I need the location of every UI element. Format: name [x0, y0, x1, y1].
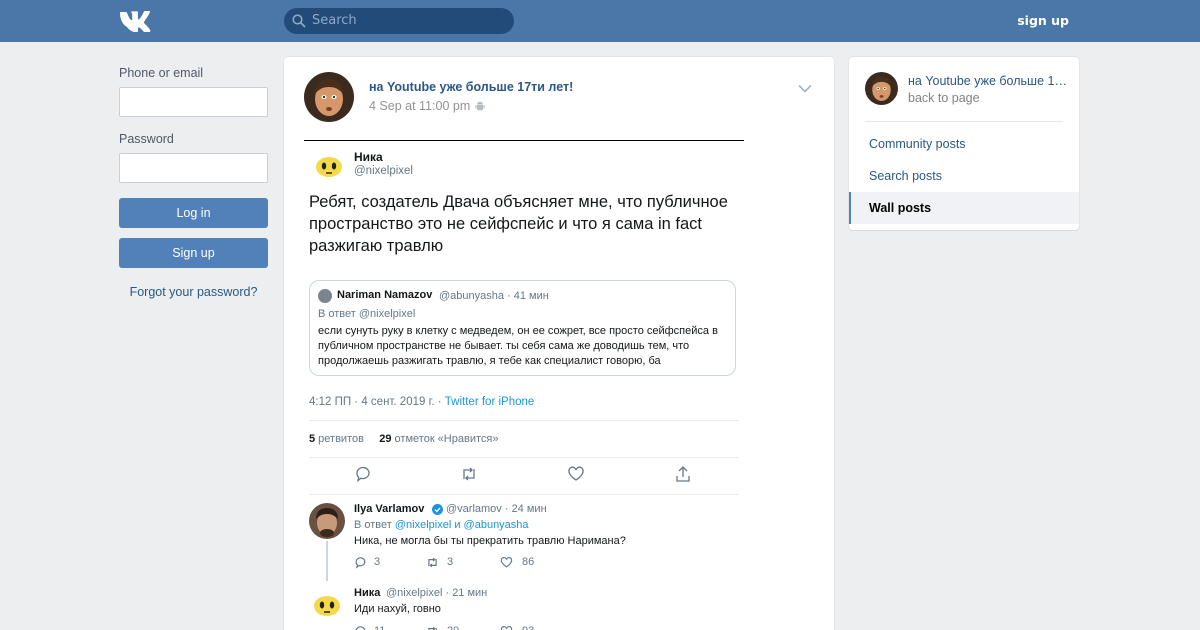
nika-avatar [314, 150, 344, 180]
post-date[interactable]: 4 Sep at 11:00 pm [369, 99, 470, 113]
signup-link[interactable]: sign up [1017, 13, 1069, 28]
tweet-text: Ребят, создатель Двача объясняет мне, чт… [309, 193, 728, 255]
sidebar-avatar[interactable] [865, 72, 898, 105]
author-avatar[interactable] [304, 72, 354, 122]
sidebar-title[interactable]: на Youtube уже больше 17ти лет! [908, 74, 1068, 88]
divider [309, 420, 739, 421]
reply-text-nika: Иди нахуй, говно [354, 603, 441, 615]
reply-actions-nika: 11 20 93 [354, 625, 554, 630]
chevron-down-icon[interactable] [798, 84, 812, 93]
forgot-password-link[interactable]: Forgot your password? [119, 285, 268, 299]
sidebar-item-wall-posts[interactable]: Wall posts [849, 192, 1079, 224]
quote-reply-to: В ответ @nixelpixel [318, 308, 416, 320]
login-button[interactable]: Log in [119, 198, 268, 228]
tweet-stats: 5 ретвитов 29 отметок «Нравится» [309, 433, 499, 445]
search-input[interactable]: Search [284, 8, 514, 34]
top-header: Search sign up [0, 0, 1200, 42]
sidebar-item-search-posts[interactable]: Search posts [849, 160, 1079, 192]
post-author[interactable]: на Youtube уже больше 17ти лет! [369, 80, 573, 94]
thread-line [326, 541, 328, 581]
reply-icon [355, 626, 366, 630]
quote-avatar [318, 289, 332, 303]
phone-label: Phone or email [119, 66, 204, 80]
share-icon [674, 465, 692, 483]
reply-icon [355, 557, 366, 569]
search-placeholder: Search [312, 13, 357, 28]
android-icon [475, 101, 485, 111]
phone-email-field[interactable] [119, 87, 268, 117]
reply-author-varlamov: Ilya Varlamov [354, 503, 425, 515]
quote-meta: @abunyasha · 41 мин [439, 290, 549, 302]
reply-meta-varlamov: @varlamov · 24 мин [446, 503, 547, 515]
verified-icon [432, 504, 443, 515]
tweet-timestamp: 4:12 ПП · 4 сент. 2019 г. · Twitter for … [309, 396, 535, 408]
vk-logo-icon[interactable] [119, 10, 153, 32]
retweet-icon [428, 626, 437, 630]
retweet-icon [428, 557, 437, 568]
like-icon [567, 465, 585, 483]
quoted-tweet: Nariman Namazov @abunyasha · 41 мин В от… [309, 280, 736, 376]
retweet-icon [460, 465, 478, 483]
password-label: Password [119, 132, 174, 146]
right-sidebar: на Youtube уже больше 17ти лет! back to … [849, 57, 1079, 230]
search-icon [292, 14, 306, 28]
divider [309, 494, 739, 495]
password-field[interactable] [119, 153, 268, 183]
quote-text: если сунуть руку в клетку с медведем, он… [318, 325, 718, 367]
reply-meta-nika: @nixelpixel · 21 мин [386, 587, 488, 599]
like-icon [500, 626, 513, 630]
wall-post: на Youtube уже больше 17ти лет! 4 Sep at… [284, 57, 834, 630]
reply-author-nika: Ника [354, 587, 381, 599]
back-to-page-link[interactable]: back to page [908, 91, 980, 105]
divider [865, 121, 1063, 122]
tweet-author-name: Ника [354, 150, 383, 164]
signup-button[interactable]: Sign up [119, 238, 268, 268]
quote-author: Nariman Namazov [337, 289, 433, 301]
reply-avatar-varlamov [309, 503, 345, 539]
reply-to-varlamov: В ответ @nixelpixel и @abunyasha [354, 519, 529, 531]
tweet-actions [309, 461, 739, 491]
sidebar-item-community-posts[interactable]: Community posts [849, 128, 1079, 160]
reply-avatar-nika [312, 589, 342, 619]
divider [309, 457, 739, 458]
like-icon [500, 557, 513, 568]
tweet-author-handle: @nixelpixel [354, 165, 413, 177]
reply-icon [354, 465, 372, 483]
tweet-source: Twitter for iPhone [444, 396, 535, 408]
login-form: Phone or email Password Log in Sign up F… [119, 66, 268, 299]
post-image[interactable]: Ника @nixelpixel Ребят, создатель Двача … [304, 140, 744, 630]
reply-actions-varlamov: 3 3 86 [354, 556, 554, 570]
reply-text-varlamov: Ника, не могла бы ты прекратить травлю Н… [354, 535, 626, 547]
